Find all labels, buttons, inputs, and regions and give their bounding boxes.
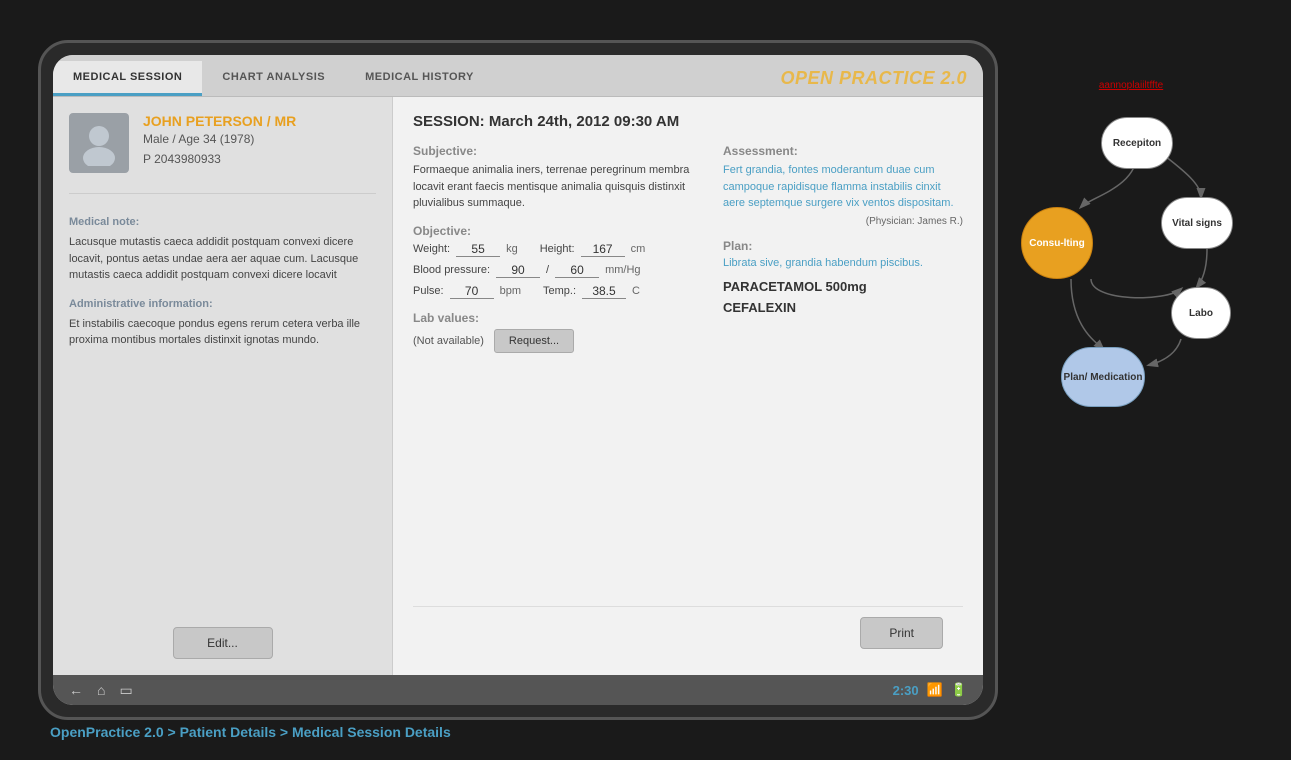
workflow-title: aannoplaiiltffte — [1001, 80, 1261, 91]
tab-bar: MEDICAL SESSION CHART ANALYSIS MEDICAL H… — [53, 55, 983, 97]
battery-icon: 🔋 — [951, 682, 967, 698]
tab-medical-history[interactable]: MEDICAL HISTORY — [345, 61, 494, 96]
weight-row: Weight: kg Height: cm — [413, 242, 703, 257]
print-button[interactable]: Print — [860, 617, 943, 649]
tablet-screen: MEDICAL SESSION CHART ANALYSIS MEDICAL H… — [53, 55, 983, 705]
physician-text: (Physician: James R.) — [723, 216, 963, 227]
back-icon[interactable]: ← — [69, 682, 83, 698]
lab-row: (Not available) Request... — [413, 329, 703, 353]
breadcrumb: OpenPractice 2.0 > Patient Details > Med… — [50, 724, 451, 740]
left-column: Subjective: Formaeque animalia iners, te… — [413, 144, 703, 606]
edit-button[interactable]: Edit... — [173, 627, 273, 659]
workflow-node-labo[interactable]: Labo — [1171, 287, 1231, 339]
temp-unit: C — [632, 285, 640, 297]
consulting-label: Consu-lting — [1029, 238, 1085, 249]
height-unit: cm — [631, 243, 646, 255]
recent-icon[interactable]: ▭ — [119, 682, 132, 699]
plan-label: Plan/ Medication — [1064, 372, 1143, 383]
admin-info-label: Administrative information: — [69, 298, 376, 310]
status-bar: ← ⌂ ▭ 2:30 📶 🔋 — [53, 675, 983, 705]
medical-note-label: Medical note: — [69, 216, 376, 228]
subjective-label: Subjective: — [413, 144, 703, 158]
weight-input[interactable] — [456, 242, 500, 257]
bp-row: Blood pressure: / mm/Hg — [413, 263, 703, 278]
wifi-icon: 📶 — [927, 682, 943, 698]
workflow-node-consulting[interactable]: Consu-lting — [1021, 207, 1093, 279]
plan-label: Plan: — [723, 239, 963, 253]
medication-2: CEFALEXIN — [723, 300, 963, 315]
bp-label: Blood pressure: — [413, 264, 490, 276]
medical-note-text: Lacusque mutastis caeca addidit postquam… — [69, 234, 376, 284]
temp-input[interactable] — [582, 284, 626, 299]
patient-header: JOHN PETERSON / MR Male / Age 34 (1978) … — [69, 113, 376, 173]
workflow-node-reception[interactable]: Recepiton — [1101, 117, 1173, 169]
vital-label: Vital signs — [1172, 218, 1222, 229]
subjective-text: Formaeque animalia iners, terrenae pereg… — [413, 162, 703, 212]
weight-unit: kg — [506, 243, 518, 255]
tablet-frame: MEDICAL SESSION CHART ANALYSIS MEDICAL H… — [38, 40, 998, 720]
pulse-label: Pulse: — [413, 285, 444, 297]
bottom-bar: Print — [413, 606, 963, 659]
main-content: JOHN PETERSON / MR Male / Age 34 (1978) … — [53, 97, 983, 675]
bp-sys-input[interactable] — [496, 263, 540, 278]
time-display: 2:30 — [893, 683, 919, 698]
tab-medical-session[interactable]: MEDICAL SESSION — [53, 61, 202, 96]
right-panel: SESSION: March 24th, 2012 09:30 AM Subje… — [393, 97, 983, 675]
right-column: Assessment: Fert grandia, fontes moderan… — [723, 144, 963, 606]
pulse-unit: bpm — [500, 285, 521, 297]
status-right: 2:30 📶 🔋 — [893, 682, 967, 698]
divider — [69, 193, 376, 194]
medication-1: PARACETAMOL 500mg — [723, 279, 963, 294]
bp-unit: mm/Hg — [605, 264, 640, 276]
patient-name: JOHN PETERSON / MR — [143, 113, 296, 129]
height-label: Height: — [540, 243, 575, 255]
nav-icons: ← ⌂ ▭ — [69, 682, 133, 699]
admin-info-text: Et instabilis caecoque pondus egens reru… — [69, 316, 376, 349]
reception-label: Recepiton — [1113, 138, 1161, 149]
avatar — [69, 113, 129, 173]
pulse-input[interactable] — [450, 284, 494, 299]
workflow-diagram: Recepiton Consu-lting Vital signs Labo P… — [1001, 107, 1261, 427]
plan-text: Librata sive, grandia habendum piscibus. — [723, 257, 963, 269]
app-title: OPEN PRACTICE 2.0 — [780, 61, 983, 96]
workflow-area: aannoplaiiltffte Recepiton Consu — [1001, 80, 1261, 427]
weight-label: Weight: — [413, 243, 450, 255]
patient-info: JOHN PETERSON / MR Male / Age 34 (1978) … — [143, 113, 296, 166]
patient-phone: P 2043980933 — [143, 152, 296, 166]
labo-label: Labo — [1189, 308, 1213, 319]
lab-label: Lab values: — [413, 311, 703, 325]
pulse-row: Pulse: bpm Temp.: C — [413, 284, 703, 299]
assessment-label: Assessment: — [723, 144, 963, 158]
tab-chart-analysis[interactable]: CHART ANALYSIS — [202, 61, 345, 96]
workflow-node-vital[interactable]: Vital signs — [1161, 197, 1233, 249]
request-button[interactable]: Request... — [494, 329, 574, 353]
patient-gender-age: Male / Age 34 (1978) — [143, 132, 296, 146]
home-icon[interactable]: ⌂ — [97, 682, 105, 698]
assessment-text: Fert grandia, fontes moderantum duae cum… — [723, 162, 963, 212]
left-panel: JOHN PETERSON / MR Male / Age 34 (1978) … — [53, 97, 393, 675]
temp-label: Temp.: — [543, 285, 576, 297]
workflow-node-plan[interactable]: Plan/ Medication — [1061, 347, 1145, 407]
lab-section: Lab values: (Not available) Request... — [413, 311, 703, 353]
objective-label: Objective: — [413, 224, 703, 238]
bp-dia-input[interactable] — [555, 263, 599, 278]
content-columns: Subjective: Formaeque animalia iners, te… — [413, 144, 963, 606]
lab-status: (Not available) — [413, 335, 484, 347]
session-title: SESSION: March 24th, 2012 09:30 AM — [413, 113, 963, 130]
bp-separator: / — [546, 264, 549, 276]
objective-grid: Weight: kg Height: cm Blood pressure: / — [413, 242, 703, 299]
height-input[interactable] — [581, 242, 625, 257]
